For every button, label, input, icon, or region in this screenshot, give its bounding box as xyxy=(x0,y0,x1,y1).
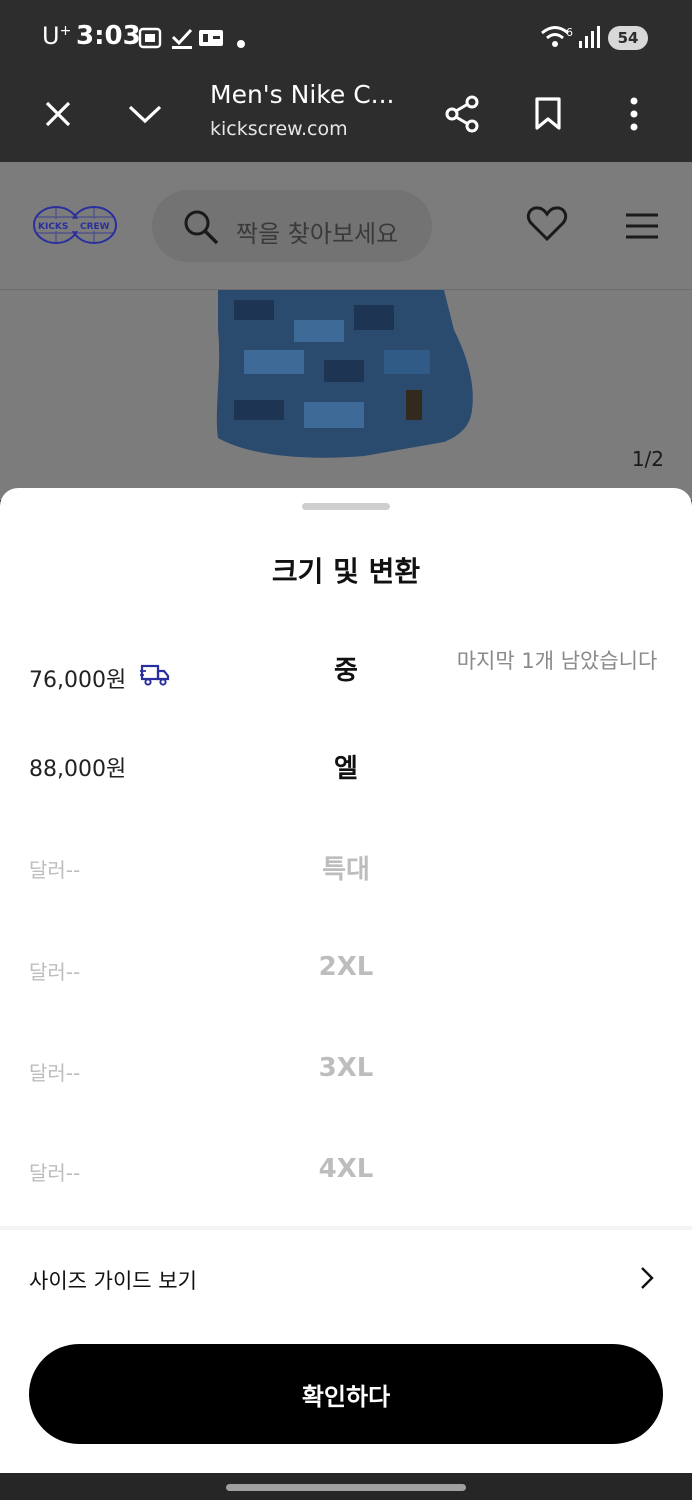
size-label: 중 xyxy=(334,656,358,686)
image-counter: 1/2 xyxy=(631,447,664,471)
dot-icon xyxy=(236,34,246,53)
close-icon[interactable] xyxy=(34,90,82,138)
heart-icon[interactable] xyxy=(526,206,568,246)
home-indicator[interactable] xyxy=(226,1484,466,1491)
size-guide-link[interactable]: 사이즈 가이드 보기 xyxy=(0,1230,692,1324)
bookmark-icon[interactable] xyxy=(524,90,572,138)
page-title[interactable]: Men's Nike C... xyxy=(210,80,395,109)
size-guide-label: 사이즈 가이드 보기 xyxy=(29,1269,197,1293)
page-url[interactable]: kickscrew.com xyxy=(210,118,348,140)
size-price: 76,000원 xyxy=(29,662,170,694)
screenshot-icon xyxy=(138,26,162,54)
status-bar: U+ 3:03 6 54 xyxy=(0,0,692,76)
svg-text:CREW: CREW xyxy=(80,222,110,232)
stock-note: 마지막 1개 남았습니다 xyxy=(456,649,658,673)
size-label: 3XL xyxy=(318,1053,374,1083)
search-input[interactable]: 짝을 찾아보세요 xyxy=(152,190,432,262)
size-option-row[interactable]: 달러-- 3XL xyxy=(0,1032,692,1132)
size-label: 엘 xyxy=(334,754,358,784)
kickscrew-logo[interactable]: KICKS CREW xyxy=(32,205,118,249)
svg-text:KICKS: KICKS xyxy=(38,222,68,232)
battery-icon: 54 xyxy=(608,26,648,50)
size-label: 2XL xyxy=(318,952,374,982)
size-option-row[interactable]: 76,000원 중 마지막 1개 남았습니다 xyxy=(0,632,692,732)
more-vert-icon[interactable] xyxy=(610,90,658,138)
product-image[interactable] xyxy=(214,290,476,464)
site-header: KICKS CREW 짝을 찾아보세요 xyxy=(0,162,692,290)
clock: 3:03 xyxy=(76,21,141,51)
gesture-nav-bar xyxy=(0,1473,692,1500)
page-background: KICKS CREW 짝을 찾아보세요 1/2 xyxy=(0,162,692,500)
size-price: 달러-- xyxy=(29,1061,81,1085)
share-icon[interactable] xyxy=(438,90,486,138)
nplus-icon xyxy=(199,30,223,50)
sheet-title: 크기 및 변환 xyxy=(271,555,421,588)
chevron-down-icon[interactable] xyxy=(121,90,169,138)
wifi-icon: 6 xyxy=(540,24,574,54)
size-option-row[interactable]: 달러-- 4XL xyxy=(0,1132,692,1232)
size-price: 달러-- xyxy=(29,960,81,984)
browser-toolbar: Men's Nike C... kickscrew.com xyxy=(0,76,692,162)
size-option-row[interactable]: 88,000원 엘 xyxy=(0,732,692,832)
size-bottom-sheet: 크기 및 변환 76,000원 중 마지막 1개 남았습니다 88,000원 엘… xyxy=(0,488,692,1473)
fast-shipping-icon xyxy=(140,663,170,693)
sheet-drag-handle[interactable] xyxy=(302,503,390,510)
search-placeholder: 짝을 찾아보세요 xyxy=(236,220,399,248)
check-icon xyxy=(170,26,194,54)
signal-icon xyxy=(578,24,602,54)
svg-text:6: 6 xyxy=(566,26,573,39)
size-option-row[interactable]: 달러-- 특대 xyxy=(0,832,692,932)
size-label: 특대 xyxy=(322,855,370,885)
menu-icon[interactable] xyxy=(624,212,660,244)
size-label: 4XL xyxy=(318,1154,374,1184)
size-price: 달러-- xyxy=(29,1161,81,1185)
confirm-button[interactable]: 확인하다 xyxy=(29,1344,663,1444)
chevron-right-icon xyxy=(640,1266,654,1294)
size-price: 88,000원 xyxy=(29,757,127,782)
carrier-label: U+ xyxy=(42,22,72,50)
search-icon xyxy=(182,208,220,250)
size-option-row[interactable]: 달러-- 2XL xyxy=(0,932,692,1032)
size-price: 달러-- xyxy=(29,858,81,882)
